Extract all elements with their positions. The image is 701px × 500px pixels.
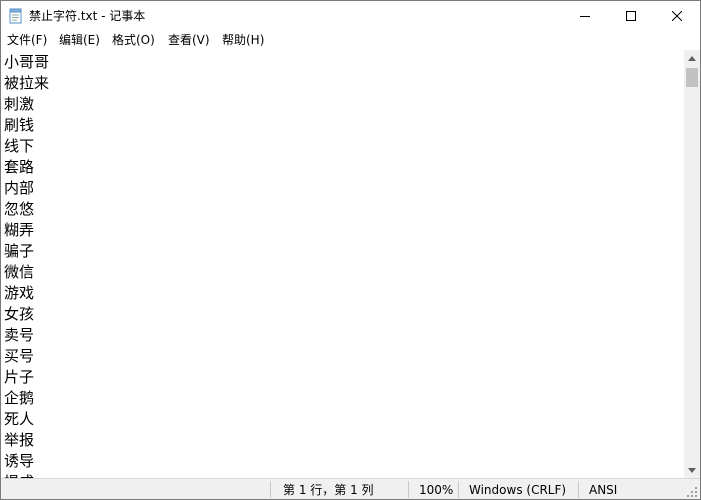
maximize-icon	[626, 11, 636, 21]
status-separator	[458, 481, 459, 498]
status-bar: 第 1 行，第 1 列 100% Windows (CRLF) ANSI	[1, 478, 700, 499]
text-line: 骗子	[4, 242, 35, 260]
text-line: 买号	[4, 347, 35, 365]
status-separator	[578, 481, 579, 498]
text-line: 糊弄	[4, 221, 35, 239]
scroll-down-button[interactable]	[684, 462, 700, 478]
minimize-icon	[580, 16, 590, 17]
text-line: 游戏	[4, 284, 35, 302]
vertical-scrollbar[interactable]	[684, 50, 700, 478]
line-ending: Windows (CRLF)	[469, 483, 567, 497]
text-line: 企鹅	[4, 389, 35, 407]
menu-view[interactable]: 查看(V)	[166, 32, 212, 49]
close-icon	[672, 11, 682, 21]
scroll-down-arrow-icon	[688, 467, 696, 473]
text-line: 诱导	[4, 452, 35, 470]
text-line: 女孩	[4, 305, 35, 323]
status-separator	[408, 481, 409, 498]
text-line: 内部	[4, 179, 35, 197]
scroll-thumb[interactable]	[686, 68, 698, 87]
menu-edit[interactable]: 编辑(E)	[57, 32, 102, 49]
scroll-up-button[interactable]	[684, 50, 700, 66]
text-line: 线下	[4, 137, 35, 155]
zoom-level: 100%	[419, 483, 454, 497]
text-editor[interactable]: 小哥哥被拉来刺激刷钱线下套路内部忽悠糊弄骗子微信游戏女孩卖号买号片子企鹅死人举报…	[1, 50, 684, 478]
menu-bar: 文件(F) 编辑(E) 格式(O) 查看(V) 帮助(H)	[1, 31, 700, 50]
cursor-position: 第 1 行，第 1 列	[283, 483, 374, 497]
text-line: 死人	[4, 410, 35, 428]
resize-grip-icon[interactable]	[686, 486, 698, 498]
text-line: 卖号	[4, 326, 35, 344]
menu-file[interactable]: 文件(F)	[5, 32, 49, 49]
text-line: 被拉来	[4, 74, 50, 92]
text-line: 小哥哥	[4, 53, 50, 71]
text-line: 举报	[4, 431, 35, 449]
text-line: 忽悠	[4, 200, 35, 218]
encoding: ANSI	[589, 483, 618, 497]
text-line: 刷钱	[4, 116, 35, 134]
minimize-button[interactable]	[562, 1, 608, 31]
menu-help[interactable]: 帮助(H)	[220, 32, 266, 49]
text-line: 刺激	[4, 95, 35, 113]
text-line: 微信	[4, 263, 35, 281]
notepad-icon	[9, 8, 23, 24]
status-separator	[270, 481, 271, 498]
menu-format[interactable]: 格式(O)	[110, 32, 157, 49]
title-bar[interactable]: 禁止字符.txt - 记事本	[1, 1, 700, 31]
scroll-up-arrow-icon	[688, 55, 696, 61]
text-line: 片子	[4, 368, 35, 386]
window-title: 禁止字符.txt - 记事本	[29, 9, 146, 23]
text-line: 套路	[4, 158, 35, 176]
notepad-window: 禁止字符.txt - 记事本 文件(F) 编辑(E) 格式(O) 查看(V) 帮…	[0, 0, 701, 500]
maximize-button[interactable]	[608, 1, 654, 31]
text-lines: 小哥哥被拉来刺激刷钱线下套路内部忽悠糊弄骗子微信游戏女孩卖号买号片子企鹅死人举报…	[4, 52, 49, 478]
close-button[interactable]	[654, 1, 700, 31]
